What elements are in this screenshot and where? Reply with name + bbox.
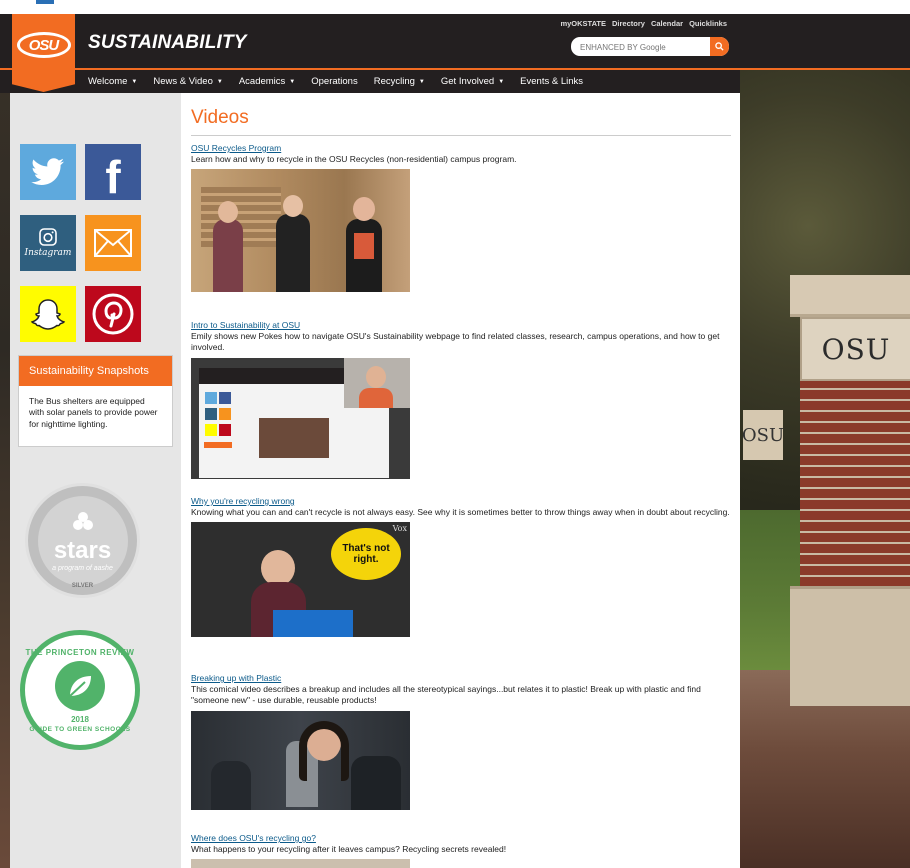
nav-operations[interactable]: Operations <box>311 70 373 93</box>
quicklinks-bar: myOKSTATE Directory Calendar Quicklinks <box>560 19 727 28</box>
princeton-review-badge[interactable]: THE PRINCETON REVIEW 2018 GUIDE TO GREEN… <box>20 630 140 750</box>
osu-logo[interactable]: OSU <box>12 14 75 92</box>
video-item: Intro to Sustainability at OSU Emily sho… <box>191 320 731 479</box>
browser-top-strip <box>0 0 910 14</box>
video-thumbnail[interactable] <box>191 710 410 810</box>
video-title-link[interactable]: OSU Recycles Program <box>191 143 731 153</box>
video-item: OSU Recycles Program Learn how and why t… <box>191 143 731 293</box>
search-input[interactable] <box>571 38 711 56</box>
nav-recycling[interactable]: Recycling ▼ <box>374 70 441 93</box>
nav-welcome[interactable]: Welcome ▼ <box>88 70 153 93</box>
caret-down-icon: ▼ <box>289 79 296 85</box>
link-calendar[interactable]: Calendar <box>651 19 683 28</box>
main-nav: Welcome ▼ News & Video ▼ Academics ▼ Operat… <box>0 70 740 93</box>
video-title-link[interactable]: Breaking up with Plastic <box>191 673 731 683</box>
snapshot-body: The Bus shelters are equipped with solar… <box>29 396 158 429</box>
nav-academics[interactable]: Academics ▼ <box>239 70 311 93</box>
main-content: Videos OSU Recycles Program Learn how an… <box>181 93 740 868</box>
stars-silver-badge[interactable]: stars a program of aashe SILVER <box>25 483 140 598</box>
caret-down-icon: ▼ <box>418 79 425 85</box>
snapchat-button[interactable] <box>20 286 76 342</box>
nav-events-links[interactable]: Events & Links <box>520 70 599 93</box>
caret-down-icon: ▼ <box>131 79 138 85</box>
video-description: Learn how and why to recycle in the OSU … <box>191 154 517 164</box>
leaf-icon <box>55 660 105 711</box>
nav-get-involved[interactable]: Get Involved ▼ <box>441 70 520 93</box>
caret-down-icon: ▼ <box>498 79 505 85</box>
video-description: Emily shows new Pokes how to navigate OS… <box>191 331 720 353</box>
search-button[interactable] <box>710 37 729 56</box>
background-pillar-plate-left: OSU <box>742 410 784 460</box>
link-directory[interactable]: Directory <box>612 19 645 28</box>
video-description: What happens to your recycling after it … <box>191 844 507 854</box>
instagram-icon <box>39 228 57 246</box>
video-description: Knowing what you can and can't recycle i… <box>191 507 730 517</box>
snapchat-icon <box>30 299 66 330</box>
caret-down-icon: ▼ <box>216 79 223 85</box>
search-icon <box>715 42 724 51</box>
video-title-link[interactable]: Why you're recycling wrong <box>191 496 731 506</box>
video-item: Breaking up with Plastic This comical vi… <box>191 673 731 810</box>
vox-brand: Vox <box>392 524 407 534</box>
link-myokstate[interactable]: myOKSTATE <box>560 19 606 28</box>
twitter-button[interactable] <box>20 144 76 200</box>
speech-bubble: That's not right. <box>331 528 401 581</box>
pinterest-icon <box>92 293 134 335</box>
background-photo: OSU OSU <box>740 70 910 868</box>
video-title-link[interactable]: Where does OSU's recycling go? <box>191 833 731 843</box>
facebook-button[interactable]: f <box>85 144 141 203</box>
twitter-icon <box>31 158 64 185</box>
video-title-link[interactable]: Intro to Sustainability at OSU <box>191 320 731 330</box>
title-divider <box>191 135 731 136</box>
search-box <box>571 37 729 56</box>
sustainability-snapshot-panel: Sustainability Snapshots The Bus shelter… <box>18 355 173 447</box>
background-pillar-plate: OSU <box>800 317 910 381</box>
page-title: Videos <box>191 107 249 128</box>
nav-news-video[interactable]: News & Video ▼ <box>153 70 238 93</box>
email-icon <box>94 229 132 257</box>
link-quicklinks[interactable]: Quicklinks <box>689 19 727 28</box>
instagram-button[interactable]: Instagram <box>20 215 76 271</box>
site-header: SUSTAINABILITY myOKSTATE Directory Calen… <box>0 14 910 70</box>
pinwheel-icon <box>72 512 93 530</box>
site-title[interactable]: SUSTAINABILITY <box>88 32 247 54</box>
video-description: This comical video describes a breakup a… <box>191 684 701 706</box>
snapshot-title: Sustainability Snapshots <box>19 356 172 386</box>
video-thumbnail[interactable] <box>191 859 410 868</box>
email-button[interactable] <box>85 215 141 271</box>
video-item: Where does OSU's recycling go? What happ… <box>191 833 731 868</box>
video-item: Why you're recycling wrong Knowing what … <box>191 496 731 638</box>
video-thumbnail[interactable] <box>191 169 410 293</box>
video-thumbnail[interactable] <box>191 357 410 479</box>
facebook-icon: f <box>105 151 121 203</box>
background-pillar: OSU <box>790 275 910 706</box>
sidebar: f Instagram Sustainability Snapshots The… <box>10 93 181 868</box>
video-thumbnail[interactable]: That's not right. Vox <box>191 522 410 638</box>
pinterest-button[interactable] <box>85 286 141 342</box>
